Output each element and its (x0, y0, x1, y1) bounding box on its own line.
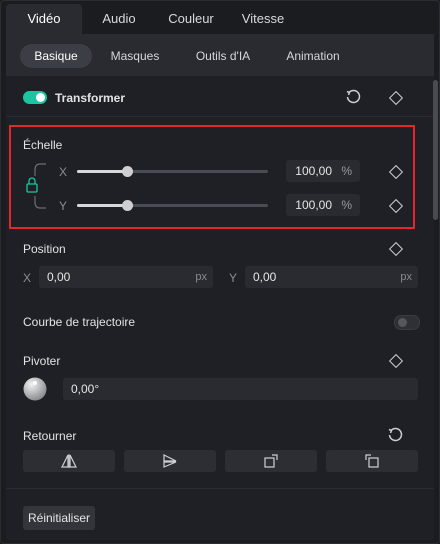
position-y-label: Y (229, 271, 238, 285)
scale-x-slider[interactable] (77, 166, 268, 177)
scale-x-label: X (59, 165, 68, 179)
position-y-value: 0,00 (253, 270, 277, 284)
position-x-unit: px (195, 271, 207, 283)
flip-horizontal-icon (61, 454, 77, 468)
rotate-value: 0,00° (71, 382, 100, 396)
rotate-reset-icon[interactable] (387, 427, 403, 446)
scale-y-slider-handle[interactable] (122, 200, 133, 211)
position-y-input[interactable]: 0,00 px (245, 266, 418, 288)
divider (6, 488, 434, 489)
scale-y-unit: % (341, 198, 352, 212)
rotate-left-button[interactable] (326, 450, 418, 472)
transform-toggle[interactable] (23, 91, 47, 104)
scale-y-label: Y (59, 199, 68, 213)
position-x-input[interactable]: 0,00 px (39, 266, 213, 288)
rotate-input[interactable]: 0,00° (63, 378, 418, 400)
scale-y-value: 100,00 (295, 198, 332, 212)
tab-couleur[interactable]: Couleur (156, 4, 226, 34)
scale-x-value: 100,00 (295, 164, 332, 178)
reset-button[interactable]: Réinitialiser (23, 506, 95, 530)
tab-video[interactable]: Vidéo (6, 4, 82, 34)
rotate-right-icon (264, 454, 278, 468)
rotate-right-button[interactable] (225, 450, 317, 472)
scale-y-slider[interactable] (77, 200, 268, 211)
subtab-masques[interactable]: Masques (102, 44, 168, 68)
tab-audio[interactable]: Audio (88, 4, 150, 34)
scale-title: Échelle (23, 138, 63, 152)
transform-label: Transformer (55, 91, 126, 105)
scale-x-slider-handle[interactable] (122, 166, 133, 177)
position-x-value: 0,00 (47, 270, 71, 284)
scale-x-unit: % (341, 164, 352, 178)
position-y-unit: px (400, 271, 412, 283)
scale-lock-icon[interactable] (24, 162, 48, 213)
position-x-label: X (23, 271, 32, 285)
flip-title: Retourner (23, 429, 77, 443)
position-title: Position (23, 242, 66, 256)
scale-y-input[interactable]: 100,00 % (286, 194, 360, 216)
divider (6, 116, 434, 117)
subtab-basique[interactable]: Basique (20, 44, 92, 68)
scrollbar[interactable] (433, 80, 438, 220)
rotate-dial[interactable] (23, 377, 47, 404)
flip-vertical-icon (163, 454, 177, 468)
sub-tabs: Basique Masques Outils d'IA Animation (6, 34, 434, 76)
tab-vitesse[interactable]: Vitesse (232, 4, 294, 34)
rotate-left-icon (365, 454, 379, 468)
subtab-outils-ia[interactable]: Outils d'IA (184, 44, 262, 68)
rotate-title: Pivoter (23, 354, 61, 368)
reset-transform-icon[interactable] (345, 89, 361, 108)
flip-horizontal-button[interactable] (23, 450, 115, 472)
scale-x-input[interactable]: 100,00 % (286, 160, 360, 182)
flip-vertical-button[interactable] (124, 450, 216, 472)
top-tabs: Vidéo Audio Couleur Vitesse (6, 4, 434, 34)
trajectory-label: Courbe de trajectoire (23, 315, 136, 329)
trajectory-toggle[interactable] (394, 315, 420, 330)
subtab-animation[interactable]: Animation (276, 44, 350, 68)
